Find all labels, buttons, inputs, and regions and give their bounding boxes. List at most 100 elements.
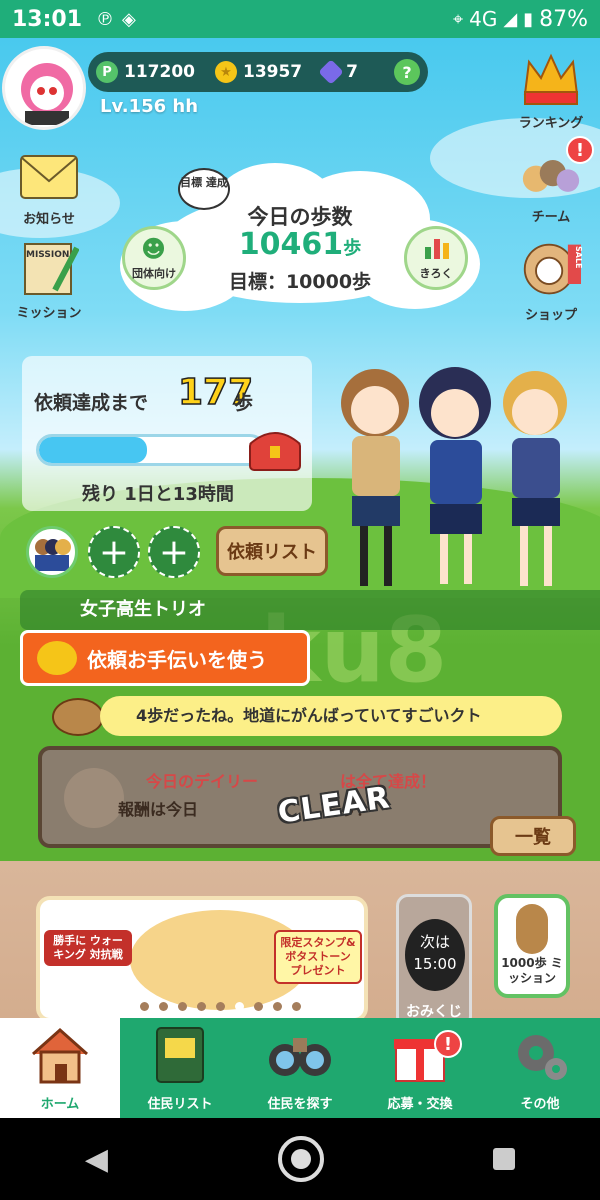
request-panel: 依頼達成まで 177 歩 残り 1日と13時間 [22, 356, 312, 511]
request-time-left: 残り 1日と13時間 [82, 484, 234, 505]
group-label: 団体向け [132, 267, 176, 280]
tab-apply-exchange-label: 応募・交換 [387, 1097, 453, 1112]
tab-other-label: その他 [520, 1097, 560, 1112]
omikuji-next: 次は [419, 933, 450, 951]
payment-icon: ℗ [96, 8, 115, 30]
banner-pagination [140, 1002, 301, 1011]
book-icon [145, 1023, 215, 1087]
shield-icon: ◈ [122, 8, 136, 30]
player-avatar[interactable] [2, 46, 86, 130]
tab-find-residents-label: 住民を探す [267, 1097, 333, 1112]
pagination-dot[interactable] [159, 1002, 168, 1011]
notice-label: お知らせ [23, 212, 75, 227]
team-label: チーム [531, 210, 571, 225]
home-screen: aku8 P 117200 ★ 13957 7 ? Lv.156 hh お知らせ… [0, 38, 600, 1018]
back-icon[interactable]: ◀ [85, 1142, 108, 1177]
tab-apply-exchange[interactable]: ! 応募・交換 [360, 1018, 480, 1118]
pagination-dot[interactable] [197, 1002, 206, 1011]
status-time: 13:01 [12, 6, 83, 32]
mission-1000-label: 1000歩 ミッション [501, 956, 563, 985]
network-label: 4G [469, 7, 498, 31]
team-notification-badge: ! [566, 136, 594, 164]
gear-icon [505, 1023, 575, 1087]
omikuji-button[interactable]: 次は 15:00 おみくじ [396, 894, 472, 1018]
pagination-dot[interactable] [178, 1002, 187, 1011]
coin-icon: ★ [214, 61, 237, 83]
battery-level: 87% [539, 6, 588, 32]
use-request-help-button[interactable]: 依頼お手伝いを使う [20, 630, 310, 686]
help-button[interactable]: ? [394, 59, 420, 85]
omikuji-time: 15:00 [413, 955, 457, 973]
mission-scroll-icon [19, 240, 79, 298]
handshake-icon [37, 641, 77, 675]
recents-icon[interactable] [493, 1148, 516, 1170]
record-label: きろく [419, 267, 453, 280]
group-button[interactable]: ☻ 団体向け [122, 226, 186, 290]
steps-value: 10461 [238, 227, 344, 262]
mascot-faded-icon [64, 768, 124, 828]
tab-home[interactable]: ホーム [0, 1018, 120, 1118]
event-banner[interactable]: 勝手に ウォーキング 対抗戦 限定スタンプ& ボタストーン プレゼント [36, 896, 368, 1018]
signal-icon: ◢ [503, 8, 518, 30]
points-value: 117200 [124, 62, 195, 82]
banner-tag-right: 限定スタンプ& ボタストーン プレゼント [274, 930, 362, 984]
daily-line2-a: 報酬は今日 [118, 800, 199, 819]
ranking-button[interactable]: ランキング [506, 48, 596, 131]
battery-icon: ▮ [523, 8, 534, 30]
shop-icon [521, 238, 581, 300]
tab-resident-list[interactable]: 住民リスト [120, 1018, 240, 1118]
pagination-dot[interactable] [273, 1002, 282, 1011]
daily-mission-panel: 今日のデイリー は全て達成！ 報酬は今日 う！ CLEAR [38, 746, 562, 848]
home-circle-icon[interactable] [277, 1136, 324, 1182]
mascot-message: 4歩だったね。地道にがんばっていてすごいクト [100, 696, 562, 736]
request-progress-bar [36, 434, 266, 466]
mission-stamp: MISSION [26, 250, 70, 260]
binoculars-icon [265, 1023, 335, 1087]
pagination-dot[interactable] [254, 1002, 263, 1011]
status-bar: 13:01 ℗ ◈ ⌖ 4G ◢ ▮ 87% [0, 0, 600, 38]
crown-icon [521, 48, 581, 108]
gem-icon [318, 59, 344, 85]
player-level: Lv.156 hh [100, 96, 199, 117]
banner-tag-left: 勝手に ウォーキング 対抗戦 [44, 930, 132, 966]
request-steps-unit: 歩 [234, 392, 254, 414]
team-name: 女子高生トリオ [20, 590, 600, 630]
pagination-dot[interactable] [292, 1002, 301, 1011]
request-list-button[interactable]: 依頼リスト [216, 526, 328, 576]
points-icon: P [96, 61, 118, 83]
tab-resident-list-label: 住民リスト [147, 1097, 213, 1112]
goal-achieved-bubble: 目標 達成 [178, 168, 230, 210]
daily-line1-a: 今日のデイリー [146, 772, 259, 791]
group-icon: ☻ [141, 235, 167, 263]
shop-button[interactable]: SALE ショップ [506, 238, 596, 323]
add-member-slot[interactable]: + [88, 526, 140, 578]
schoolgirl-trio-illustration [341, 367, 567, 586]
team-button[interactable]: チーム ! [506, 136, 596, 225]
tab-home-label: ホーム [40, 1097, 80, 1112]
daily-list-button[interactable]: 一覧 [490, 816, 576, 856]
gem-value: 7 [346, 62, 358, 82]
pagination-dot-active[interactable] [235, 1002, 244, 1011]
pagination-dot[interactable] [140, 1002, 149, 1011]
tab-find-residents[interactable]: 住民を探す [240, 1018, 360, 1118]
request-label: 依頼達成まで [34, 392, 149, 414]
system-navigation-bar: ◀ [0, 1118, 600, 1200]
bottom-tab-bar: ホーム 住民リスト 住民を探す ! 応募・交換 その他 [0, 1018, 600, 1118]
shop-sale-tag: SALE [574, 246, 583, 269]
team-member-slot[interactable] [26, 526, 78, 578]
mission-button[interactable]: MISSION ミッション [4, 240, 94, 321]
record-button[interactable]: きろく [404, 226, 468, 290]
mascot-icon [52, 698, 104, 736]
resource-bar: P 117200 ★ 13957 7 ? [88, 52, 428, 92]
add-member-slot[interactable]: + [148, 526, 200, 578]
location-icon: ⌖ [452, 8, 464, 30]
pagination-dot[interactable] [216, 1002, 225, 1011]
notice-button[interactable]: お知らせ [4, 150, 94, 227]
tab-other[interactable]: その他 [480, 1018, 600, 1118]
mission-1000-button[interactable]: 1000歩 ミッション [494, 894, 570, 998]
mission-label: ミッション [16, 306, 82, 321]
omikuji-label-box: 次は 15:00 [405, 919, 465, 991]
mascot-standing-icon [516, 904, 548, 954]
steps-unit: 歩 [343, 238, 362, 259]
apply-exchange-badge: ! [434, 1030, 462, 1058]
